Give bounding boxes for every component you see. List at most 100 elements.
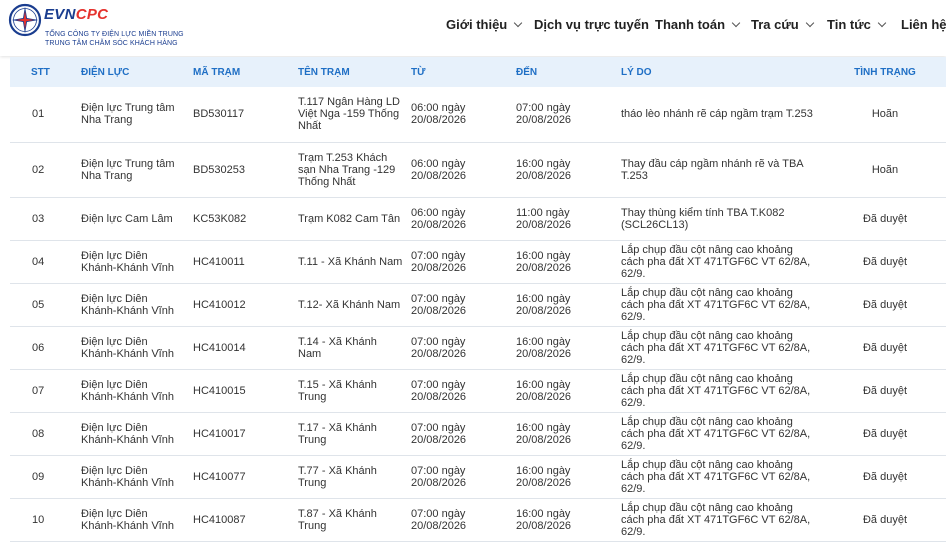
cell-dien-luc: Điện lực Trung tâm Nha Trang — [81, 102, 175, 127]
cell-ly-do: Lắp chụp đầu cột nâng cao khoảng cách ph… — [621, 286, 811, 323]
cell-ten-tram: T.12- Xã Khánh Nam — [298, 298, 401, 311]
cell-den: 16:00 ngày 20/08/2026 — [516, 157, 572, 182]
cell-den: 16:00 ngày 20/08/2026 — [516, 292, 572, 317]
cell-ly-do: Lắp chụp đầu cột nâng cao khoảng cách ph… — [621, 329, 811, 366]
cell-ma-tram: KC53K082 — [193, 212, 247, 225]
cell-dien-luc: Điện lực Diên Khánh-Khánh Vĩnh — [81, 507, 174, 532]
cell-tinh-trang: Đã duyệt — [862, 470, 908, 483]
brand-subtitle-line2: TRUNG TÂM CHĂM SÓC KHÁCH HÀNG — [45, 40, 178, 47]
cell-ly-do: Lắp chụp đầu cột nâng cao khoảng cách ph… — [621, 415, 811, 452]
chevron-down-icon — [805, 18, 814, 28]
table-header-row: STT ĐIỆN LỰC MÃ TRẠM TÊN TRẠM TỪ ĐẾN LÝ … — [10, 57, 946, 87]
cell-tu: 07:00 ngày 20/08/2026 — [411, 249, 467, 274]
table-row: 07 Điện lực Diên Khánh-Khánh Vĩnh HC4100… — [10, 369, 946, 412]
nav-item-tin-tuc[interactable]: Tin tức — [827, 17, 887, 32]
cell-dien-luc: Điện lực Diên Khánh-Khánh Vĩnh — [81, 378, 174, 403]
cell-den: 16:00 ngày 20/08/2026 — [516, 421, 572, 446]
cell-tu: 07:00 ngày 20/08/2026 — [411, 421, 467, 446]
cell-ly-do: Lắp chụp đầu cột nâng cao khoảng cách ph… — [621, 501, 811, 538]
cell-dien-luc: Điện lực Diên Khánh-Khánh Vĩnh — [81, 292, 174, 317]
nav-item-label: Thanh toán — [655, 17, 726, 32]
nav-item-tra-cuu[interactable]: Tra cứu — [751, 17, 814, 32]
chevron-down-icon — [877, 18, 887, 28]
cell-ten-tram: T.87 - Xã Khánh Trung — [298, 507, 377, 532]
nav-item-label: Dịch vụ trực tuyến — [534, 17, 649, 32]
column-header-ten-tram: TÊN TRẠM — [298, 66, 350, 78]
cell-tu: 07:00 ngày 20/08/2026 — [411, 464, 467, 489]
cell-stt: 09 — [32, 470, 45, 483]
column-header-ma-tram: MÃ TRẠM — [193, 66, 241, 78]
table-row: 06 Điện lực Diên Khánh-Khánh Vĩnh HC4100… — [10, 326, 946, 369]
cell-dien-luc: Điện lực Diên Khánh-Khánh Vĩnh — [81, 421, 174, 446]
cell-tu: 07:00 ngày 20/08/2026 — [411, 335, 467, 360]
nav-item-label: Liên hệ — [901, 17, 946, 32]
cell-tu: 06:00 ngày 20/08/2026 — [411, 206, 467, 231]
cell-ma-tram: HC410014 — [193, 341, 246, 354]
cell-stt: 03 — [32, 212, 45, 225]
cell-ten-tram: T.117 Ngân Hàng LD Việt Nga -159 Thống N… — [298, 96, 400, 133]
cell-ten-tram: T.14 - Xã Khánh Nam — [298, 335, 377, 360]
cell-stt: 02 — [32, 163, 45, 176]
cell-stt: 06 — [32, 341, 45, 354]
nav-item-label: Tin tức — [827, 17, 871, 32]
cell-tu: 07:00 ngày 20/08/2026 — [411, 292, 467, 317]
cell-ma-tram: BD530253 — [193, 163, 245, 176]
cell-tinh-trang: Hoãn — [871, 163, 899, 176]
cell-ten-tram: T.77 - Xã Khánh Trung — [298, 464, 377, 489]
cell-ly-do: Thay thùng kiểm tính TBA T.K082 (SCL26CL… — [621, 206, 785, 231]
column-header-den: ĐẾN — [516, 66, 538, 78]
table-row: 03 Điện lực Cam Lâm KC53K082 Trạm K082 C… — [10, 197, 946, 240]
cell-den: 16:00 ngày 20/08/2026 — [516, 335, 572, 360]
column-header-tinh-trang: TÌNH TRẠNG — [854, 66, 916, 78]
table-row: 01 Điện lực Trung tâm Nha Trang BD530117… — [10, 87, 946, 142]
power-outage-table: STT ĐIỆN LỰC MÃ TRẠM TÊN TRẠM TỪ ĐẾN LÝ … — [10, 57, 946, 542]
cell-den: 11:00 ngày 20/08/2026 — [516, 206, 572, 231]
cell-tu: 06:00 ngày 20/08/2026 — [411, 102, 467, 127]
table-row: 05 Điện lực Diên Khánh-Khánh Vĩnh HC4100… — [10, 283, 946, 326]
cell-ma-tram: HC410087 — [193, 513, 246, 526]
cell-tinh-trang: Đã duyệt — [862, 513, 908, 526]
cell-ly-do: tháo lèo nhánh rẽ cáp ngầm trạm T.253 — [621, 108, 813, 121]
cell-ma-tram: HC410017 — [193, 427, 246, 440]
table-row: 09 Điện lực Diên Khánh-Khánh Vĩnh HC4100… — [10, 455, 946, 498]
cell-den: 07:00 ngày 20/08/2026 — [516, 102, 572, 127]
cell-tinh-trang: Đã duyệt — [862, 341, 908, 354]
main-nav: Giới thiệu Dịch vụ trực tuyến Thanh toán… — [0, 17, 946, 35]
cell-ly-do: Lắp chụp đầu cột nâng cao khoảng cách ph… — [621, 243, 811, 280]
column-header-tu: TỪ — [411, 66, 426, 78]
cell-stt: 08 — [32, 427, 45, 440]
chevron-down-icon — [514, 18, 523, 28]
cell-ma-tram: HC410012 — [193, 298, 246, 311]
nav-item-thanh-toan[interactable]: Thanh toán — [655, 17, 741, 32]
cell-tinh-trang: Hoãn — [871, 108, 899, 121]
cell-den: 16:00 ngày 20/08/2026 — [516, 249, 572, 274]
cell-den: 16:00 ngày 20/08/2026 — [516, 464, 572, 489]
column-header-ly-do: LÝ DO — [621, 66, 652, 78]
cell-tu: 06:00 ngày 20/08/2026 — [411, 157, 467, 182]
cell-tinh-trang: Đã duyệt — [862, 427, 908, 440]
nav-item-gioi-thieu[interactable]: Giới thiệu — [446, 17, 523, 32]
cell-ten-tram: Trạm K082 Cam Tân — [298, 212, 401, 225]
cell-den: 16:00 ngày 20/08/2026 — [516, 378, 572, 403]
cell-stt: 05 — [32, 298, 45, 311]
cell-dien-luc: Điện lực Diên Khánh-Khánh Vĩnh — [81, 249, 174, 274]
cell-stt: 10 — [32, 513, 45, 526]
nav-item-label: Giới thiệu — [446, 17, 508, 32]
site-header: EVNCPC TỔNG CÔNG TY ĐIỆN LỰC MIỀN TRUNG … — [0, 0, 946, 56]
cell-ten-tram: T.17 - Xã Khánh Trung — [298, 421, 377, 446]
cell-ma-tram: HC410015 — [193, 384, 246, 397]
cell-ten-tram: Trạm T.253 Khách sạn Nha Trang -129 Thốn… — [298, 151, 396, 188]
cell-ma-tram: HC410011 — [193, 255, 245, 268]
cell-stt: 07 — [32, 384, 45, 397]
cell-ma-tram: BD530117 — [193, 108, 245, 121]
nav-item-dich-vu-truc-tuyen[interactable]: Dịch vụ trực tuyến — [534, 17, 649, 32]
cell-dien-luc: Điện lực Diên Khánh-Khánh Vĩnh — [81, 335, 174, 360]
cell-ma-tram: HC410077 — [193, 470, 246, 483]
nav-item-lien-he[interactable]: Liên hệ — [901, 17, 946, 32]
chevron-down-icon — [731, 18, 741, 28]
cell-ly-do: Lắp chụp đầu cột nâng cao khoảng cách ph… — [621, 458, 811, 495]
cell-ly-do: Lắp chụp đầu cột nâng cao khoảng cách ph… — [621, 372, 811, 409]
cell-tu: 07:00 ngày 20/08/2026 — [411, 507, 467, 532]
table-row: 10 Điện lực Diên Khánh-Khánh Vĩnh HC4100… — [10, 498, 946, 541]
column-header-stt: STT — [31, 66, 50, 78]
